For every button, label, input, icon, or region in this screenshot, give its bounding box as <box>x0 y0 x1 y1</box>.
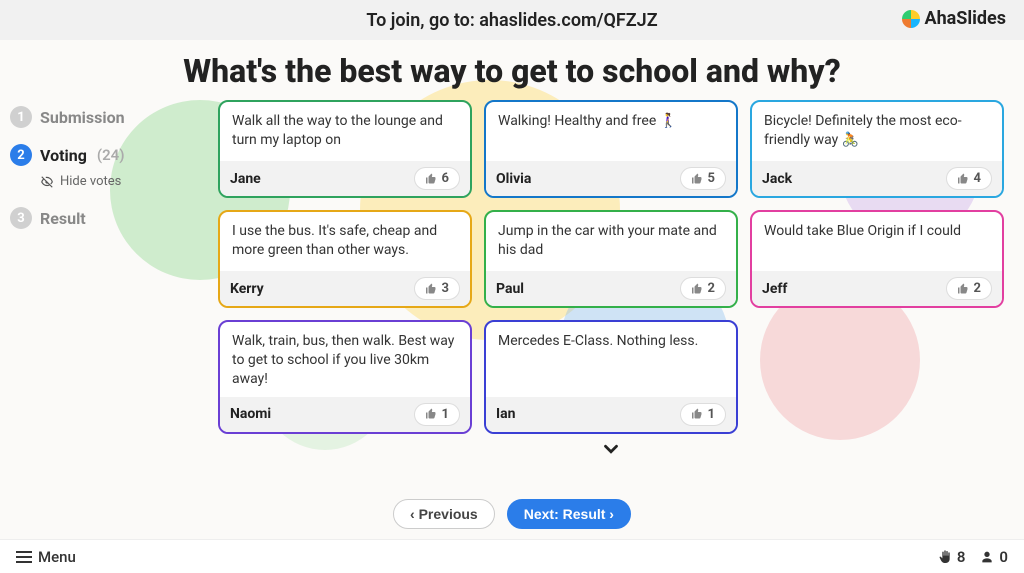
raised-hands-stat: 8 <box>937 548 966 566</box>
hide-votes-label: Hide votes <box>60 174 121 189</box>
step-submission[interactable]: 1 Submission <box>10 106 210 128</box>
top-bar: To join, go to: ahaslides.com/QFZJZ AhaS… <box>0 0 1024 40</box>
answer-text: Mercedes E-Class. Nothing less. <box>486 322 736 397</box>
vote-count: 3 <box>442 281 449 296</box>
footer-stats: 8 0 <box>937 548 1008 566</box>
vote-button[interactable]: 5 <box>680 167 726 190</box>
step-nav: ‹ Previous Next: Result › <box>0 491 1024 539</box>
answer-footer: Jack 4 <box>752 161 1002 196</box>
next-button[interactable]: Next: Result › <box>507 499 631 529</box>
previous-button[interactable]: ‹ Previous <box>393 499 495 529</box>
vote-count: 1 <box>442 407 449 422</box>
chevron-down-icon <box>600 438 622 460</box>
answer-author: Naomi <box>230 406 271 422</box>
answer-card[interactable]: I use the bus. It's safe, cheap and more… <box>218 210 472 308</box>
answer-author: Jack <box>762 171 792 187</box>
vote-count: (24) <box>97 146 125 164</box>
raised-hands-count: 8 <box>957 548 966 566</box>
answer-footer: Ian 1 <box>486 397 736 432</box>
answer-text: Bicycle! Definitely the most eco-friendl… <box>752 102 1002 161</box>
menu-label: Menu <box>38 548 76 566</box>
answer-card[interactable]: Bicycle! Definitely the most eco-friendl… <box>750 100 1004 198</box>
answer-text: Walking! Healthy and free 🚶‍♀️ <box>486 102 736 161</box>
vote-button[interactable]: 6 <box>414 167 460 190</box>
vote-count: 4 <box>974 171 981 186</box>
answer-card[interactable]: Walking! Healthy and free 🚶‍♀️ Olivia 5 <box>484 100 738 198</box>
participants-stat: 0 <box>979 548 1008 566</box>
step-voting[interactable]: 2 Voting (24) <box>10 144 210 166</box>
thumbs-up-icon <box>957 173 969 185</box>
hand-icon <box>937 549 953 565</box>
step-number: 2 <box>10 144 32 166</box>
answer-text: Jump in the car with your mate and his d… <box>486 212 736 271</box>
answer-text: Walk, train, bus, then walk. Best way to… <box>220 322 470 397</box>
thumbs-up-icon <box>425 283 437 295</box>
answer-footer: Paul 2 <box>486 271 736 306</box>
bottom-bar: Menu 8 0 <box>0 539 1024 573</box>
brand-icon <box>902 10 920 28</box>
step-result[interactable]: 3 Result <box>10 207 210 229</box>
answer-grid: Walk all the way to the lounge and turn … <box>218 100 1004 434</box>
vote-count: 2 <box>708 281 715 296</box>
brand-logo: AhaSlides <box>902 8 1006 29</box>
vote-count: 2 <box>974 281 981 296</box>
join-url: To join, go to: ahaslides.com/QFZJZ <box>366 10 657 31</box>
vote-button[interactable]: 4 <box>946 167 992 190</box>
vote-button[interactable]: 1 <box>680 403 726 426</box>
vote-button[interactable]: 2 <box>680 277 726 300</box>
answer-card[interactable]: Walk all the way to the lounge and turn … <box>218 100 472 198</box>
answer-author: Kerry <box>230 281 264 297</box>
thumbs-up-icon <box>425 173 437 185</box>
answer-author: Jeff <box>762 281 787 297</box>
person-icon <box>979 549 995 565</box>
answer-card[interactable]: Walk, train, bus, then walk. Best way to… <box>218 320 472 434</box>
show-more-button[interactable] <box>218 438 1004 465</box>
answer-text: I use the bus. It's safe, cheap and more… <box>220 212 470 271</box>
answer-author: Jane <box>230 171 261 187</box>
answer-footer: Jane 6 <box>220 161 470 196</box>
brand-name: AhaSlides <box>924 8 1006 29</box>
step-list: 1 Submission 2 Voting (24) Hide votes 3 … <box>10 100 210 491</box>
hamburger-icon <box>16 551 32 563</box>
thumbs-up-icon <box>957 283 969 295</box>
eye-off-icon <box>40 175 54 189</box>
answer-card[interactable]: Mercedes E-Class. Nothing less. Ian 1 <box>484 320 738 434</box>
menu-button[interactable]: Menu <box>16 548 76 566</box>
vote-count: 6 <box>442 171 449 186</box>
answer-footer: Jeff 2 <box>752 271 1002 306</box>
answer-text: Would take Blue Origin if I could <box>752 212 1002 271</box>
thumbs-up-icon <box>691 173 703 185</box>
answer-text: Walk all the way to the lounge and turn … <box>220 102 470 161</box>
thumbs-up-icon <box>691 408 703 420</box>
step-label: Result <box>40 209 86 228</box>
step-number: 3 <box>10 207 32 229</box>
vote-count: 5 <box>708 171 715 186</box>
thumbs-up-icon <box>425 408 437 420</box>
answer-footer: Olivia 5 <box>486 161 736 196</box>
vote-count: 1 <box>708 407 715 422</box>
vote-button[interactable]: 1 <box>414 403 460 426</box>
step-label: Submission <box>40 108 125 127</box>
step-number: 1 <box>10 106 32 128</box>
answer-footer: Naomi 1 <box>220 397 470 432</box>
vote-button[interactable]: 3 <box>414 277 460 300</box>
participants-count: 0 <box>999 548 1008 566</box>
answer-card[interactable]: Would take Blue Origin if I could Jeff 2 <box>750 210 1004 308</box>
question-title: What's the best way to get to school and… <box>0 52 1024 90</box>
hide-votes-toggle[interactable]: Hide votes <box>40 174 210 189</box>
vote-button[interactable]: 2 <box>946 277 992 300</box>
thumbs-up-icon <box>691 283 703 295</box>
answer-author: Ian <box>496 406 515 422</box>
answer-author: Paul <box>496 281 524 297</box>
step-label: Voting <box>40 146 87 165</box>
answer-card[interactable]: Jump in the car with your mate and his d… <box>484 210 738 308</box>
answer-footer: Kerry 3 <box>220 271 470 306</box>
answer-author: Olivia <box>496 171 531 187</box>
